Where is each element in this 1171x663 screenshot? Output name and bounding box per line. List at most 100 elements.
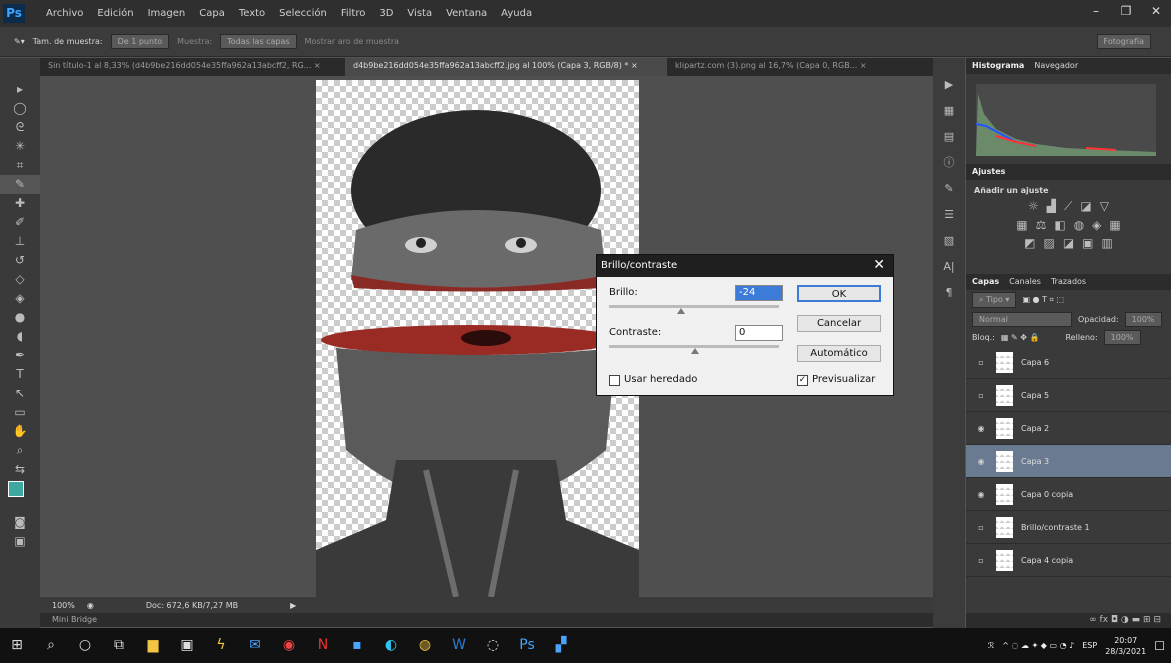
character-icon[interactable]: A|	[933, 254, 965, 280]
cancel-button[interactable]: Cancelar	[797, 315, 881, 332]
blur-tool-icon[interactable]: ●	[0, 308, 40, 327]
fill-field[interactable]: 100%	[1103, 329, 1141, 345]
eyedropper-icon[interactable]: ✎▾	[14, 37, 25, 46]
swap-colors-icon[interactable]: ⇆	[0, 460, 40, 479]
photoshop-taskbar-icon[interactable]: Ps	[510, 628, 544, 663]
status-arrow-icon[interactable]: ▶	[290, 601, 296, 610]
type-tool-icon[interactable]: T	[0, 365, 40, 384]
workspace-select[interactable]: Fotografía	[1096, 34, 1151, 49]
swatches-icon[interactable]: ▦	[933, 98, 965, 124]
contrast-slider-thumb[interactable]	[691, 348, 699, 354]
foreground-color[interactable]	[8, 481, 24, 497]
link-icon[interactable]: ∞	[1089, 615, 1097, 625]
ok-button[interactable]: OK	[797, 285, 881, 302]
maximize-icon[interactable]: ❐	[1111, 0, 1141, 22]
visibility-eye-icon[interactable]: ◉	[974, 490, 988, 499]
stamp-tool-icon[interactable]: ⊥	[0, 232, 40, 251]
visibility-eye-icon[interactable]: ▫	[974, 358, 988, 367]
layer-row[interactable]: ▫ Capa 4 copia	[966, 544, 1171, 577]
opacity-field[interactable]: 100%	[1124, 311, 1162, 327]
menu-item[interactable]: Capa	[199, 8, 225, 19]
bw-adjust-icon[interactable]: ◧	[1054, 218, 1065, 232]
blend-mode-select[interactable]: Normal	[972, 311, 1072, 327]
brightness-adjust-icon[interactable]: ☼	[1028, 199, 1039, 214]
menu-item[interactable]: Selección	[279, 8, 327, 19]
screen-mode-icon[interactable]: ▣	[0, 532, 40, 551]
brightness-input[interactable]: -24	[735, 285, 783, 301]
lock-icons[interactable]: ▦ ✎ ✥ 🔒	[1001, 333, 1040, 342]
zoom-tool-icon[interactable]: ⌕	[0, 441, 40, 460]
layer-row[interactable]: ◉ Capa 2	[966, 412, 1171, 445]
levels-adjust-icon[interactable]: ▟	[1047, 199, 1056, 214]
lasso-tool-icon[interactable]: ᘓ	[0, 118, 40, 137]
tab-layers[interactable]: Capas	[972, 274, 999, 290]
marquee-tool-icon[interactable]: ◯	[0, 99, 40, 118]
shape-tool-icon[interactable]: ▭	[0, 403, 40, 422]
menu-item[interactable]: Ventana	[446, 8, 487, 19]
layer-row[interactable]: ◉ Capa 3	[966, 445, 1171, 478]
people-icon[interactable]: ℛ	[988, 641, 994, 650]
healing-brush-icon[interactable]: ✚	[0, 194, 40, 213]
app-icon[interactable]: ▪	[340, 628, 374, 663]
music-app-icon[interactable]: ◉	[272, 628, 306, 663]
lookup-adjust-icon[interactable]: ▦	[1109, 218, 1120, 232]
cortana-icon[interactable]: ○	[68, 628, 102, 663]
bolt-app-icon[interactable]: ϟ	[204, 628, 238, 663]
menu-item[interactable]: Texto	[239, 8, 265, 19]
mixer-adjust-icon[interactable]: ◈	[1092, 218, 1101, 232]
layer-row[interactable]: ▫ Brillo/contraste 1	[966, 511, 1171, 544]
auto-button[interactable]: Automático	[797, 345, 881, 362]
tab-histogram[interactable]: Histograma	[972, 58, 1024, 74]
menu-item[interactable]: Vista	[407, 8, 432, 19]
brush-tool-icon[interactable]: ✐	[0, 213, 40, 232]
visibility-eye-icon[interactable]: ◉	[974, 457, 988, 466]
vibrance-adjust-icon[interactable]: ▽	[1100, 199, 1109, 214]
tab-paths[interactable]: Trazados	[1051, 274, 1086, 290]
selective-color-icon[interactable]: ▥	[1102, 236, 1113, 250]
visibility-eye-icon[interactable]: ◉	[974, 424, 988, 433]
brightness-slider-thumb[interactable]	[677, 308, 685, 314]
styles-icon[interactable]: ▤	[933, 124, 965, 150]
channels-icon[interactable]: ▧	[933, 228, 965, 254]
visibility-eye-icon[interactable]: ▫	[974, 391, 988, 400]
document-canvas[interactable]	[316, 80, 639, 598]
curves-adjust-icon[interactable]: ⟋	[1064, 199, 1072, 214]
balance-adjust-icon[interactable]: ⚖	[1036, 218, 1047, 232]
search-icon[interactable]: ⌕	[34, 628, 68, 663]
tab-doc-1[interactable]: Sin título-1 al 8,33% (d4b9be216dd054e35…	[40, 58, 345, 76]
close-icon[interactable]: ✕	[1141, 0, 1171, 22]
posterize-adjust-icon[interactable]: ▨	[1043, 236, 1054, 250]
notifications-icon[interactable]: ☐	[1154, 639, 1165, 653]
zoom-level[interactable]: 100%	[52, 601, 75, 610]
visibility-eye-icon[interactable]: ▫	[974, 523, 988, 532]
photo-filter-icon[interactable]: ◍	[1074, 218, 1084, 232]
fx-icon[interactable]: fx	[1100, 615, 1109, 625]
layer-row[interactable]: ▫ Capa 6	[966, 346, 1171, 379]
netflix-icon[interactable]: N	[306, 628, 340, 663]
eraser-tool-icon[interactable]: ◇	[0, 270, 40, 289]
pen-tool-icon[interactable]: ✒	[0, 346, 40, 365]
dialog-close-icon[interactable]: ✕	[873, 257, 885, 273]
word-icon[interactable]: W	[442, 628, 476, 663]
magic-wand-icon[interactable]: ✳	[0, 137, 40, 156]
browser-icon[interactable]: ◌	[476, 628, 510, 663]
mail-icon[interactable]: ✉	[238, 628, 272, 663]
minimize-icon[interactable]: –	[1081, 0, 1111, 22]
threshold-adjust-icon[interactable]: ◪	[1063, 236, 1074, 250]
windows-start-icon[interactable]: ⊞	[0, 628, 34, 663]
show-ring-checkbox[interactable]: Mostrar aro de muestra	[305, 37, 399, 46]
new-layer-icon[interactable]: ⊞	[1143, 615, 1151, 625]
info-icon[interactable]: ⓘ	[933, 150, 965, 176]
paragraph-icon[interactable]: ¶	[933, 280, 965, 306]
filter-icons[interactable]: ▣ ● T ⌗ ⬚	[1022, 295, 1064, 305]
dodge-tool-icon[interactable]: ◖	[0, 327, 40, 346]
preview-checkbox[interactable]: ✓	[797, 375, 808, 386]
gradient-map-icon[interactable]: ▣	[1082, 236, 1093, 250]
layer-row[interactable]: ◉ Capa 0 copia	[966, 478, 1171, 511]
chrome-icon[interactable]: ◍	[408, 628, 442, 663]
file-explorer-icon[interactable]: ▆	[136, 628, 170, 663]
menu-item[interactable]: 3D	[379, 8, 393, 19]
tray-icons[interactable]: ^ ◌ ☁ ✦ ◆ ▭ ◔ ♪	[1002, 641, 1074, 650]
language-indicator[interactable]: ESP	[1082, 641, 1097, 650]
exposure-adjust-icon[interactable]: ◪	[1080, 199, 1091, 214]
